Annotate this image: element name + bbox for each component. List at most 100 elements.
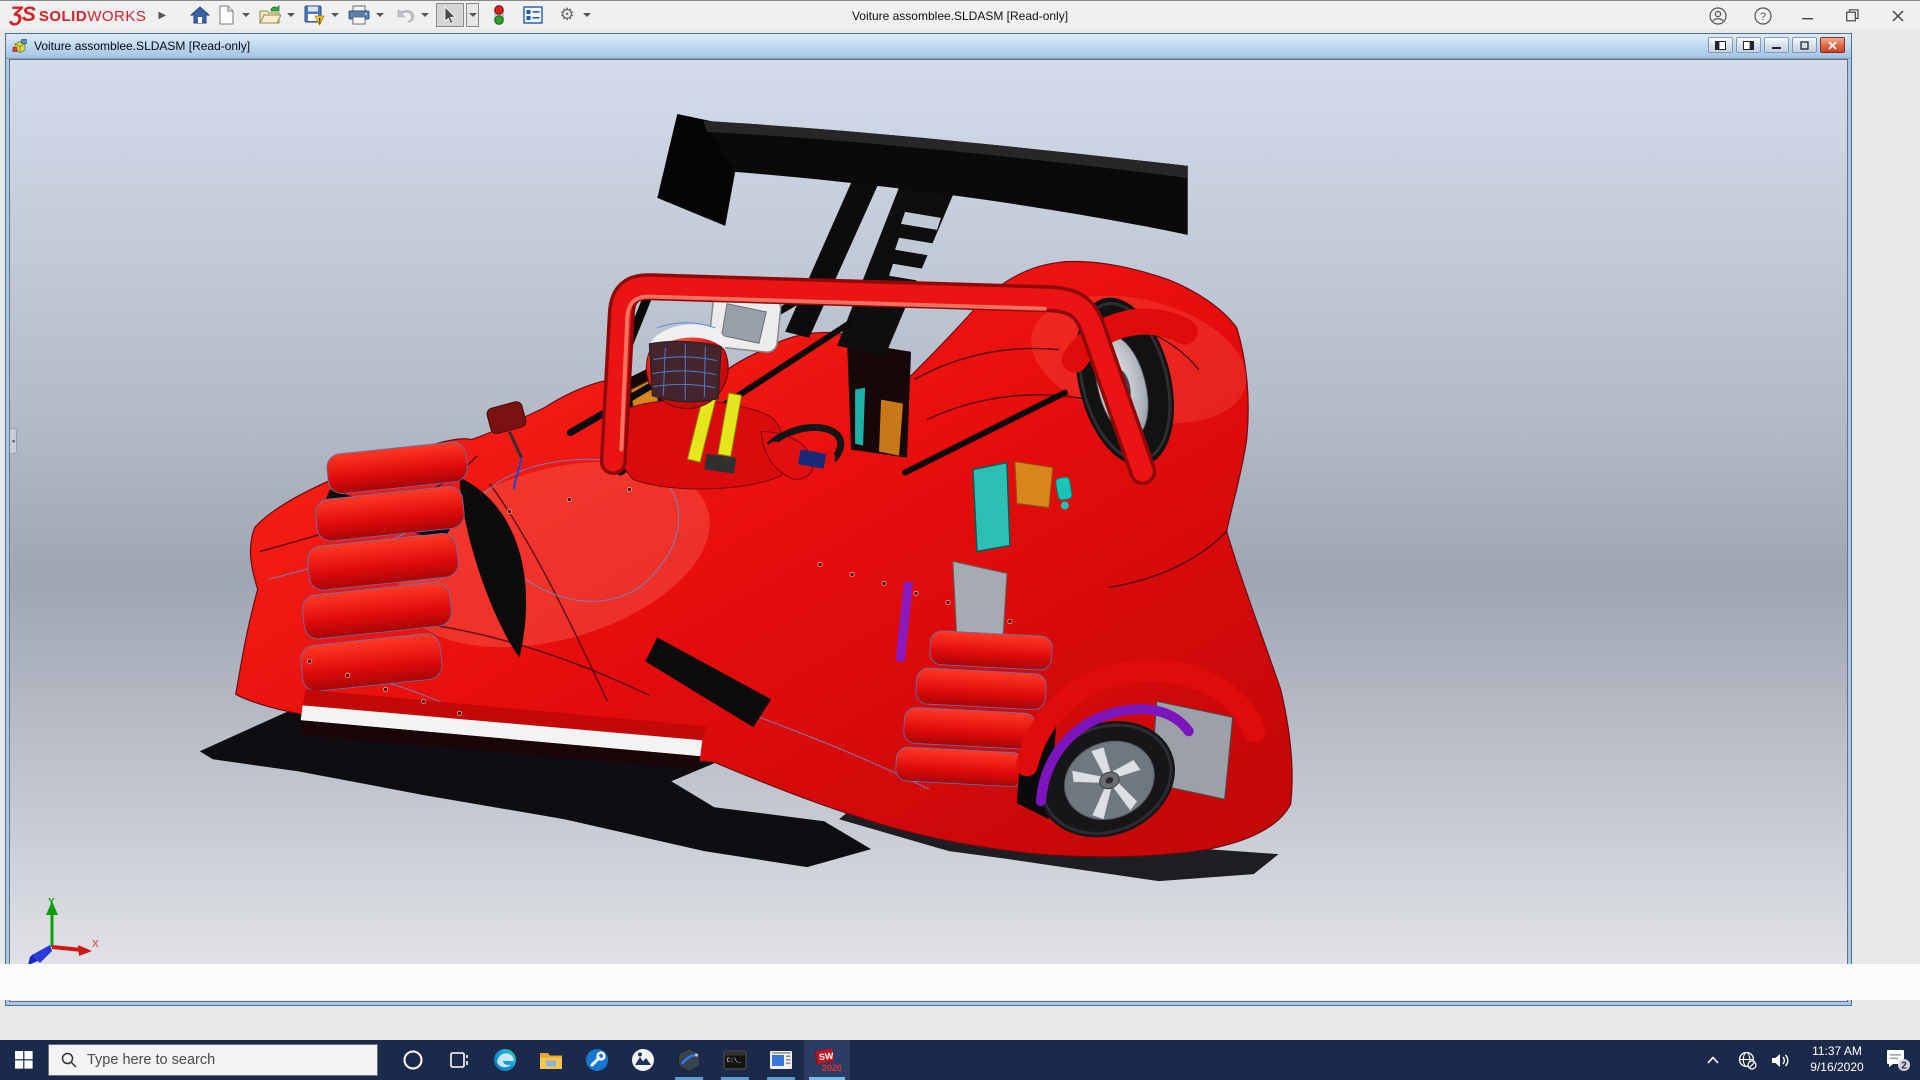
interior-panel-orange-right (1015, 462, 1053, 508)
taskbar-clock[interactable]: 11:37 AM 9/16/2020 (1798, 1044, 1876, 1075)
select-tool-button[interactable] (436, 3, 464, 27)
taskbar-item-support-tool[interactable] (574, 1040, 620, 1080)
toggle-left-pane-button[interactable] (1708, 37, 1733, 53)
account-button[interactable] (1695, 1, 1740, 30)
search-input[interactable] (87, 1052, 357, 1068)
restore-icon (1846, 9, 1859, 22)
help-icon: ? (1754, 7, 1772, 25)
car-model[interactable] (200, 114, 1292, 881)
notification-badge: 2 (1901, 1061, 1907, 1072)
save-button[interactable] (302, 3, 327, 27)
doc-restore-icon (1800, 41, 1809, 50)
photos-icon (631, 1048, 655, 1072)
taskbar-item-media-app[interactable] (758, 1040, 804, 1080)
svg-text:2020: 2020 (822, 1063, 841, 1073)
help-button[interactable]: ? (1740, 1, 1785, 30)
workspace: Voiture assomblee.SLDASM [Read-only] (0, 29, 1920, 1040)
chevron-up-icon (1706, 1055, 1720, 1065)
triad-x-label: X (92, 939, 99, 950)
new-document-button[interactable] (214, 3, 238, 27)
print-button[interactable] (346, 3, 372, 27)
print-dropdown[interactable] (376, 13, 384, 17)
task-pane-button[interactable] (521, 3, 545, 27)
toggle-right-pane-button[interactable] (1736, 37, 1761, 53)
side-window-teal (973, 463, 1010, 552)
task-view-icon (448, 1050, 470, 1070)
gear-icon: ⚙ (559, 7, 574, 24)
solidworks-2020-icon: SW 2020 (813, 1047, 841, 1073)
clock-time: 11:37 AM (1798, 1044, 1876, 1060)
new-document-icon (217, 5, 235, 25)
support-tool-icon (585, 1048, 609, 1072)
taskbar-item-photos[interactable] (620, 1040, 666, 1080)
status-strip (0, 964, 1920, 1000)
open-dropdown[interactable] (287, 13, 295, 17)
car-model-canvas[interactable] (10, 60, 1847, 1001)
options-button[interactable]: ⚙ (555, 3, 579, 27)
tray-network[interactable] (1730, 1040, 1764, 1080)
document-title: Voiture assomblee.SLDASM [Read-only] (34, 39, 250, 53)
taskbar-item-command-prompt[interactable]: C:\_ (712, 1040, 758, 1080)
undo-dropdown[interactable] (421, 13, 429, 17)
save-dropdown[interactable] (331, 13, 339, 17)
taskbar-item-3dexperience[interactable] (666, 1040, 712, 1080)
svg-text:C:\_: C:\_ (727, 1057, 742, 1064)
print-icon (348, 5, 370, 25)
close-button[interactable] (1875, 1, 1920, 30)
assembly-document-icon (12, 38, 28, 54)
options-dropdown[interactable] (583, 13, 591, 17)
action-center-button[interactable]: 2 (1876, 1040, 1920, 1080)
model-viewport[interactable]: Y X *Dimetric ◂ (9, 59, 1848, 1002)
minimize-button[interactable] (1785, 1, 1830, 30)
undo-button[interactable] (391, 3, 417, 27)
taskbar: C:\_ SW 2020 (0, 1040, 1920, 1080)
task-pane-icon (523, 6, 543, 24)
edge-icon (493, 1048, 517, 1072)
taskbar-item-file-explorer[interactable] (528, 1040, 574, 1080)
triad-y-label: Y (48, 897, 55, 908)
clock-date: 9/16/2020 (1798, 1060, 1876, 1076)
taskbar-item-task-view[interactable] (436, 1040, 482, 1080)
menu-expand-chevron-icon[interactable]: ▶ (158, 10, 166, 21)
interior-panel-orange-mid (879, 400, 903, 456)
windows-logo-icon (15, 1051, 33, 1069)
search-icon (61, 1052, 77, 1068)
command-prompt-icon: C:\_ (723, 1050, 747, 1070)
toggle-right-pane-icon (1743, 41, 1754, 50)
pane-splitter-tab[interactable]: ◂ (10, 428, 17, 454)
svg-text:?: ? (1759, 11, 1765, 23)
solidworks-logo-mark: ƷS (10, 3, 35, 27)
home-icon (190, 5, 210, 25)
wing-struts (785, 174, 956, 356)
document-titlebar[interactable]: Voiture assomblee.SLDASM [Read-only] (6, 34, 1851, 59)
open-icon (259, 5, 281, 25)
taskbar-item-cortana[interactable] (390, 1040, 436, 1080)
performance-indicator-button[interactable] (487, 3, 511, 27)
cortana-icon (402, 1049, 424, 1071)
home-button[interactable] (188, 3, 212, 27)
select-arrow-icon (443, 6, 457, 24)
open-button[interactable] (257, 3, 283, 27)
taskbar-item-solidworks[interactable]: SW 2020 (804, 1040, 850, 1080)
taskbar-search[interactable] (48, 1044, 378, 1076)
system-tray: 11:37 AM 9/16/2020 2 (1696, 1040, 1920, 1080)
account-icon (1709, 7, 1727, 25)
taskbar-item-edge[interactable] (482, 1040, 528, 1080)
doc-close-button[interactable] (1820, 37, 1845, 53)
svg-text:SW: SW (818, 1051, 834, 1063)
tray-volume[interactable] (1764, 1040, 1798, 1080)
save-icon (304, 5, 325, 26)
new-document-dropdown[interactable] (242, 13, 250, 17)
toggle-left-pane-icon (1715, 41, 1726, 50)
start-button[interactable] (0, 1040, 48, 1080)
document-window: Voiture assomblee.SLDASM [Read-only] (5, 33, 1852, 1006)
tray-chevron-up[interactable] (1696, 1040, 1730, 1080)
doc-minimize-button[interactable] (1764, 37, 1789, 53)
app-titlebar: ƷS SOLID WORKS ▶ (0, 0, 1920, 29)
restore-button[interactable] (1830, 1, 1875, 30)
3dexperience-icon (676, 1047, 702, 1073)
select-tool-dropdown[interactable] (466, 3, 479, 27)
doc-restore-button[interactable] (1792, 37, 1817, 53)
network-globe-offline-icon (1738, 1051, 1757, 1070)
performance-lights-icon (493, 4, 505, 26)
